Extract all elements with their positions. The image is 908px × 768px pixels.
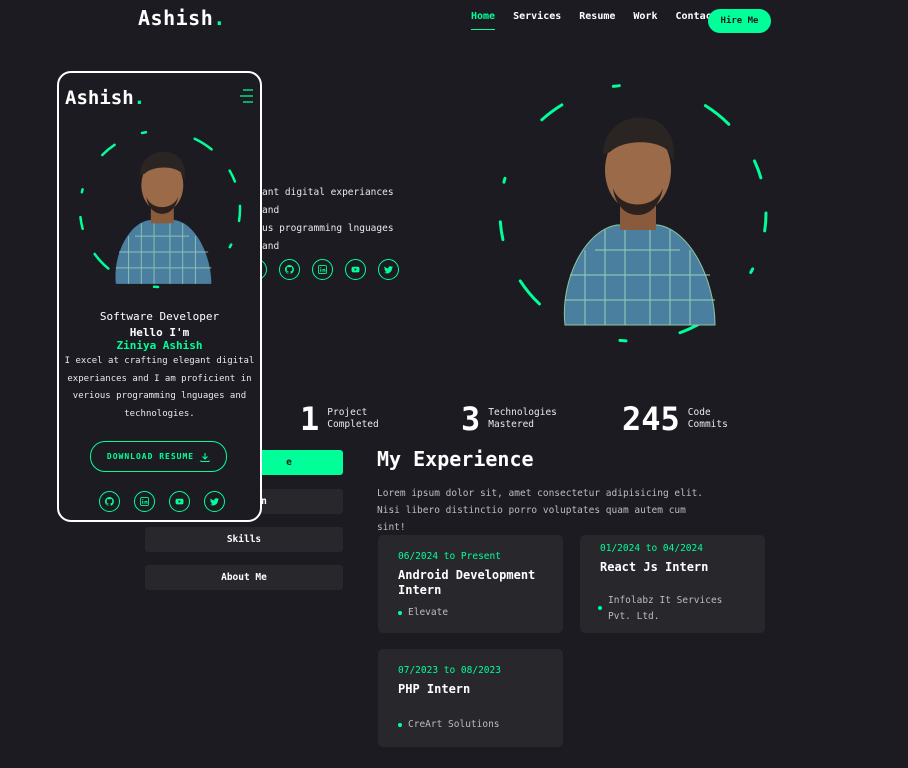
profile-photo	[563, 117, 716, 326]
hire-me-button[interactable]: Hire Me	[708, 9, 771, 33]
card-date: 07/2023 to 08/2023	[398, 665, 501, 676]
download-icon	[200, 452, 210, 462]
mobile-social-links	[99, 491, 225, 512]
stat-label: Technologies Mastered	[488, 407, 557, 430]
hero-description-line: us programming lnguages and	[262, 223, 394, 252]
nav-services[interactable]: Services	[513, 11, 561, 30]
mobile-logo[interactable]: Ashish.	[65, 87, 145, 109]
github-icon[interactable]	[99, 491, 120, 512]
stat-label: Code Commits	[687, 407, 728, 430]
experience-card: 01/2024 to 04/2024 React Js Intern Infol…	[580, 535, 765, 633]
stat-number: 1	[300, 400, 320, 438]
download-resume-button[interactable]: DOWNLOAD RESUME	[90, 441, 227, 472]
card-role: Android Development Intern	[398, 568, 536, 597]
hero-description-line: ant digital experiances and	[262, 187, 394, 216]
card-role: PHP Intern	[398, 682, 471, 696]
card-date: 01/2024 to 04/2024	[600, 543, 703, 554]
nav-resume[interactable]: Resume	[579, 11, 615, 30]
nav-home[interactable]: Home	[471, 11, 496, 30]
stat-number: 3	[461, 400, 481, 438]
card-company: Elevate	[398, 605, 543, 621]
menu-icon[interactable]	[240, 89, 253, 103]
tab-about-me[interactable]: About Me	[145, 565, 343, 590]
hero-description: ant digital experiances and us programmi…	[262, 184, 412, 256]
linkedin-icon[interactable]	[312, 259, 333, 280]
card-company: CreArt Solutions	[398, 717, 543, 733]
youtube-icon[interactable]	[169, 491, 190, 512]
card-date: 06/2024 to Present	[398, 551, 501, 562]
tab-skills[interactable]: Skills	[145, 527, 343, 552]
card-company: Infolabz It Services Pvt. Ltd.	[598, 593, 745, 625]
mobile-description: I excel at crafting elegant digital expe…	[64, 356, 255, 419]
nav-work[interactable]: Work	[633, 11, 657, 30]
stat-projects: 1 Project Completed	[300, 400, 379, 438]
mobile-profile-photo	[115, 151, 212, 284]
mobile-greeting: Hello I'm Ziniya Ashish	[59, 326, 260, 352]
github-icon[interactable]	[279, 259, 300, 280]
experience-card: 07/2023 to 08/2023 PHP Intern CreArt Sol…	[378, 649, 563, 747]
main-nav: Home Services Resume Work Contact	[471, 11, 718, 30]
linkedin-icon[interactable]	[134, 491, 155, 512]
stat-number: 245	[622, 400, 680, 438]
mobile-preview: Ashish. Software Developer Hello I'm Zin…	[57, 71, 262, 522]
hero-social-links	[254, 259, 399, 280]
mobile-role: Software Developer	[99, 310, 220, 323]
twitter-icon[interactable]	[204, 491, 225, 512]
stat-commits: 245 Code Commits	[622, 400, 728, 438]
stat-label: Project Completed	[327, 407, 379, 430]
stat-technologies: 3 Technologies Mastered	[461, 400, 557, 438]
experience-card: 06/2024 to Present Android Development I…	[378, 535, 563, 633]
site-logo[interactable]: Ashish.	[138, 6, 226, 30]
experience-title: My Experience	[377, 447, 534, 471]
mobile-name: Ziniya Ashish	[116, 339, 203, 352]
card-role: React Js Intern	[600, 560, 709, 574]
experience-description: Lorem ipsum dolor sit, amet consectetur …	[377, 488, 704, 533]
twitter-icon[interactable]	[378, 259, 399, 280]
youtube-icon[interactable]	[345, 259, 366, 280]
